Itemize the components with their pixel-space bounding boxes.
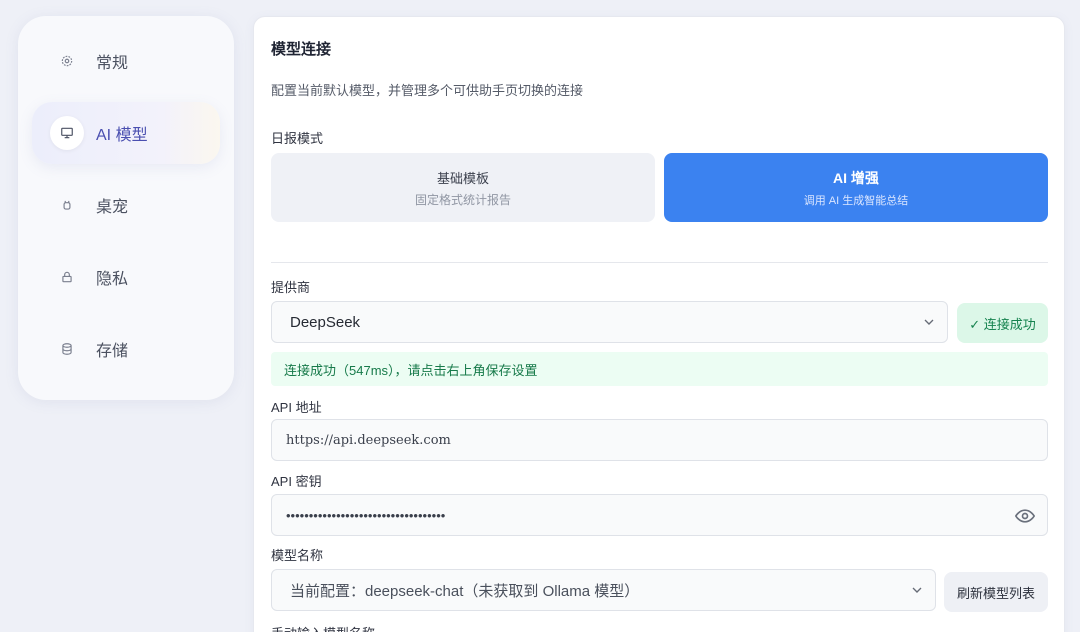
model-select[interactable]: 当前配置：deepseek-chat（未获取到 Ollama 模型） (271, 569, 936, 611)
model-value: 当前配置：deepseek-chat（未获取到 Ollama 模型） (290, 582, 640, 600)
sidebar-item-label: 桌宠 (96, 199, 129, 216)
api-url-field-wrapper (271, 419, 1048, 461)
page-title: 模型连接 (271, 41, 332, 58)
sidebar-item-label: 常规 (96, 55, 129, 72)
manual-model-label: 手动输入模型名称 (271, 623, 375, 632)
api-url-input[interactable] (286, 432, 986, 448)
api-key-field-wrapper (271, 494, 1048, 536)
sidebar-item-ai-model[interactable]: AI 模型 (32, 102, 220, 164)
sidebar-item-pet[interactable]: 桌宠 (32, 174, 220, 236)
provider-label: 提供商 (271, 280, 311, 295)
sidebar-item-label: 隐私 (96, 271, 129, 288)
option-subtitle: 固定格式统计报告 (414, 192, 511, 207)
lock-icon (50, 260, 84, 294)
option-title: 基础模板 (436, 170, 489, 186)
pet-icon (50, 188, 84, 222)
chevron-down-icon (912, 587, 922, 593)
refresh-models-button[interactable]: 刷新模型列表 (944, 572, 1048, 612)
option-title: AI 增强 (833, 169, 879, 186)
basic-template-option[interactable]: 基础模板 固定格式统计报告 (271, 153, 655, 222)
model-name-label: 模型名称 (271, 548, 324, 563)
provider-value: DeepSeek (290, 313, 361, 331)
settings-sidebar: 常规 AI 模型 桌宠 隐私 存储 (18, 16, 234, 400)
sidebar-item-label: AI 模型 (96, 127, 148, 144)
sidebar-item-privacy[interactable]: 隐私 (32, 246, 220, 308)
report-mode-label: 日报模式 (271, 131, 324, 146)
api-url-label: API 地址 (271, 400, 322, 415)
provider-select[interactable]: DeepSeek (271, 301, 948, 343)
section-divider (271, 262, 1048, 263)
chevron-down-icon (924, 319, 934, 325)
monitor-icon (50, 116, 84, 150)
success-message: 连接成功（547ms），请点击右上角保存设置 (271, 352, 1048, 386)
sidebar-item-label: 存储 (96, 343, 129, 360)
api-key-input[interactable] (286, 507, 986, 523)
option-subtitle: 调用 AI 生成智能总结 (803, 194, 909, 207)
page-description: 配置当前默认模型，并管理多个可供助手页切换的连接 (271, 83, 584, 98)
connection-test-button[interactable]: ✓ 连接成功 (957, 303, 1048, 343)
sidebar-item-general[interactable]: 常规 (32, 30, 220, 92)
database-icon (50, 332, 84, 366)
eye-icon[interactable] (1015, 506, 1035, 526)
ai-enhanced-option[interactable]: AI 增强 调用 AI 生成智能总结 (664, 153, 1048, 222)
api-key-label: API 密钥 (271, 474, 322, 489)
model-connection-panel: 模型连接 配置当前默认模型，并管理多个可供助手页切换的连接 日报模式 基础模板 … (253, 16, 1065, 632)
gear-icon (50, 44, 84, 78)
sidebar-item-storage[interactable]: 存储 (32, 318, 220, 380)
